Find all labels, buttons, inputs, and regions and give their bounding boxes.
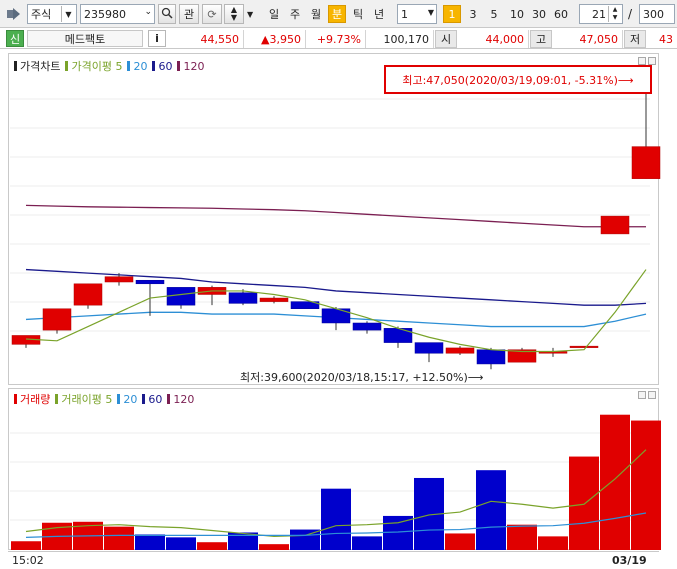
volume-maximize-button[interactable]: [648, 391, 656, 399]
volume-bar: [135, 534, 165, 550]
period-month[interactable]: 월: [307, 5, 325, 23]
panel-minimize-button[interactable]: [638, 57, 646, 65]
price-candle: [42, 308, 72, 331]
count-input[interactable]: 21 ▲ ▼: [579, 4, 623, 24]
current-price: 44,550: [170, 30, 244, 48]
high-value: 47,050: [552, 30, 623, 48]
x-axis-end-label: 03/19: [612, 554, 647, 567]
market-select[interactable]: 주식 ▼: [27, 4, 77, 24]
volume-bar: [104, 526, 134, 550]
price-candle: [352, 322, 382, 331]
chevron-down-icon: ▼: [61, 6, 75, 22]
interval-3[interactable]: 3: [464, 5, 482, 23]
interval-5[interactable]: 5: [485, 5, 503, 23]
interval-10[interactable]: 10: [506, 5, 528, 23]
new-badge: 신: [6, 30, 24, 47]
price-candle: [166, 287, 196, 306]
price-candle: [600, 215, 630, 235]
volume-value: 100,170: [366, 30, 434, 48]
volume-bar: [352, 536, 382, 550]
link-icon[interactable]: [6, 7, 22, 21]
volume-chart-area[interactable]: [10, 404, 661, 550]
toolbar: 주식 ▼ 235980 ⌄ 관 ⟳ ▲ ▼ ▼ 일 주 월 분 틱 년 1 ▼ 1…: [0, 0, 677, 28]
volume-bar: [445, 533, 475, 550]
refresh-icon: ⟳: [207, 7, 217, 21]
low-label: 저: [624, 30, 646, 48]
price-candle: [259, 297, 289, 302]
refresh-button[interactable]: ⟳: [202, 4, 222, 24]
price-candle: [414, 342, 444, 354]
panel-maximize-button[interactable]: [648, 57, 656, 65]
price-candle: [476, 349, 506, 365]
low-annotation-text: 최저:39,600(2020/03/18,15:17, +12.50%)⟶: [240, 371, 484, 384]
period-year[interactable]: 년: [370, 5, 388, 23]
price-candle: [383, 328, 413, 343]
volume-bar: [383, 515, 413, 550]
high-annotation-text: 최고:47,050(2020/03/19,09:01, -5.31%)⟶: [402, 73, 634, 87]
period-minute[interactable]: 분: [328, 5, 346, 23]
high-label: 고: [530, 30, 552, 48]
volume-bar: [166, 537, 196, 550]
volume-bar: [631, 420, 661, 550]
legend-marker: [167, 394, 171, 404]
price-candle: [445, 347, 475, 354]
price-candle: [73, 283, 103, 306]
volume-bar: [11, 541, 41, 550]
interest-button[interactable]: 관: [179, 4, 199, 24]
price-candle: [321, 308, 351, 324]
ma120-line: [25, 204, 646, 228]
period-day[interactable]: 일: [265, 5, 283, 23]
volume-bar: [259, 544, 289, 550]
updown-button[interactable]: ▲ ▼: [224, 4, 244, 24]
stock-code-input[interactable]: 235980 ⌄: [80, 4, 155, 24]
total-count-input[interactable]: 300: [639, 4, 675, 24]
info-icon: i: [155, 32, 159, 45]
legend-marker: [14, 394, 17, 404]
chevron-down-icon: ▼: [427, 8, 434, 17]
volume-bar: [321, 488, 351, 550]
x-axis: [8, 551, 659, 568]
spinner-icon[interactable]: ▲ ▼: [608, 6, 621, 22]
volume-minimize-button[interactable]: [638, 391, 646, 399]
volume-bar: [507, 524, 537, 550]
price-candle: [569, 345, 599, 348]
price-candle: [104, 276, 134, 283]
volume-bar: [569, 456, 599, 550]
price-candle: [631, 146, 661, 179]
legend-marker: [117, 394, 121, 404]
price-chart-area[interactable]: [10, 70, 661, 380]
volume-bar: [476, 470, 506, 550]
high-annotation-box: 최고:47,050(2020/03/19,09:01, -5.31%)⟶: [384, 65, 652, 94]
interval-30[interactable]: 30: [528, 5, 550, 23]
legend-marker: [142, 394, 146, 404]
volume-bar: [197, 542, 227, 550]
x-axis-start-label: 15:02: [12, 554, 44, 567]
info-button[interactable]: i: [148, 30, 166, 47]
updown-icon: ▲ ▼: [230, 5, 238, 22]
search-button[interactable]: [158, 4, 176, 24]
low-value: 43: [659, 32, 673, 46]
interval-input[interactable]: 1 ▼: [397, 4, 437, 24]
stock-name: 메드팩토: [27, 30, 143, 47]
legend-marker: [55, 394, 59, 404]
change-percent: +9.73%: [306, 30, 366, 48]
volume-bar: [600, 414, 630, 550]
period-tick[interactable]: 틱: [349, 5, 367, 23]
price-change: ▲3,950: [244, 30, 306, 48]
open-value: 44,000: [457, 30, 529, 48]
slash-separator: /: [628, 7, 633, 21]
price-candle: [228, 292, 258, 304]
search-icon: [161, 7, 173, 22]
period-week[interactable]: 주: [286, 5, 304, 23]
interval-60[interactable]: 60: [550, 5, 572, 23]
volume-bar: [538, 536, 568, 550]
price-candle: [135, 279, 165, 285]
open-label: 시: [435, 30, 457, 48]
dropdown-arrow-icon[interactable]: ▼: [247, 10, 253, 19]
chevron-down-icon: ⌄: [144, 7, 152, 17]
interval-1[interactable]: 1: [443, 5, 461, 23]
